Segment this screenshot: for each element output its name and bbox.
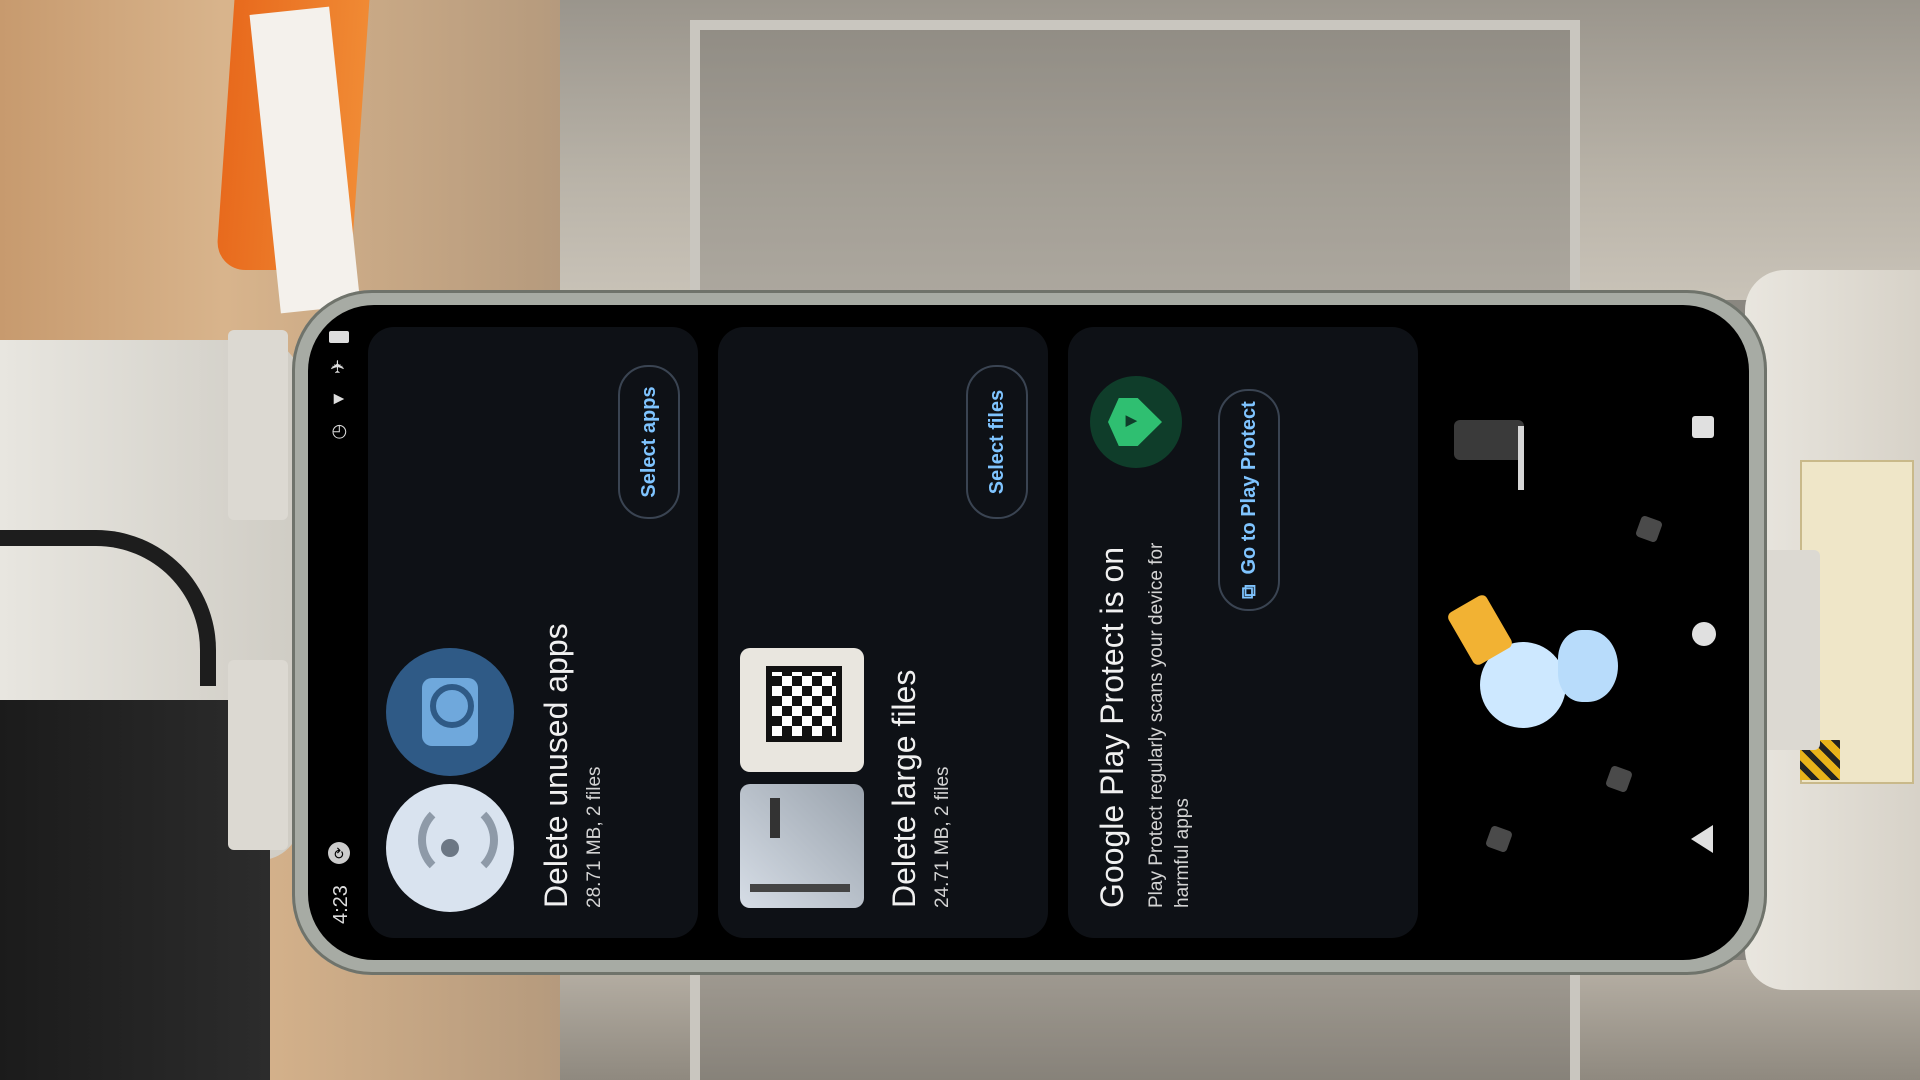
thumbnail-detail (750, 884, 850, 892)
recents-icon[interactable] (1692, 416, 1714, 438)
confetti-decoration (1484, 824, 1514, 854)
thumbnail-detail (770, 798, 780, 838)
select-apps-button[interactable]: Select apps (618, 365, 680, 519)
confetti-decoration (1634, 514, 1664, 544)
phone-clip-top (228, 330, 288, 520)
go-to-play-protect-button[interactable]: ⧉ Go to Play Protect (1218, 389, 1280, 611)
card-subtitle: Play Protect regularly scans your device… (1146, 542, 1193, 908)
file-thumbnail-1 (740, 784, 864, 908)
go-to-play-protect-label: Go to Play Protect (1237, 401, 1260, 575)
airplane-icon: ✈ (328, 359, 348, 375)
files-app-clean-screen: 4:23 ⟳ ◷ ▼ ✈ Delete unused apps 28.71 MB… (308, 305, 1749, 960)
card-subtitle: 24.71 MB, 2 files (932, 766, 953, 908)
card-title: Google Play Protect is on (1094, 546, 1130, 908)
wifi-icon: ▼ (328, 390, 348, 408)
play-protect-card[interactable]: Google Play Protect is on Play Protect r… (1068, 327, 1418, 938)
app-icon-camera (386, 648, 514, 776)
file-thumbnail-2 (740, 648, 864, 772)
cleaning-tool-icon (1454, 420, 1524, 460)
delete-large-files-card[interactable]: Delete large files 24.71 MB, 2 files Sel… (718, 327, 1048, 938)
play-protect-badge (1090, 376, 1182, 468)
card-subtitle: 28.71 MB, 2 files (584, 766, 605, 908)
select-files-button[interactable]: Select files (966, 365, 1028, 519)
phone-clip-right (1760, 550, 1820, 750)
status-bar: 4:23 ⟳ ◷ ▼ ✈ (308, 305, 368, 960)
home-icon[interactable] (1692, 622, 1716, 646)
back-icon[interactable] (1691, 825, 1713, 853)
status-icons: ◷ ▼ ✈ (328, 331, 349, 440)
cleanup-illustration (1428, 305, 1664, 960)
card-title: Delete large files (886, 669, 922, 908)
delete-unused-apps-card[interactable]: Delete unused apps 28.71 MB, 2 files Sel… (368, 327, 698, 938)
status-time: 4:23 (330, 885, 352, 924)
select-files-label: Select files (985, 389, 1008, 495)
app-icon-signal (386, 784, 514, 912)
glass-enclosure-bottom (690, 965, 1580, 1080)
qr-code-image (766, 666, 842, 742)
confetti-decoration (1604, 764, 1634, 794)
card-title: Delete unused apps (538, 623, 574, 908)
external-link-icon: ⧉ (1237, 584, 1260, 599)
mascot-body (1558, 630, 1618, 702)
play-protect-shield-icon (1108, 398, 1162, 446)
sync-icon: ⟳ (328, 842, 350, 864)
cleaning-tool-handle (1518, 426, 1524, 490)
phone-clip-bottom (228, 660, 288, 850)
phone-screen: 4:23 ⟳ ◷ ▼ ✈ Delete unused apps 28.71 MB… (308, 305, 1749, 960)
alarm-icon: ◷ (328, 423, 348, 440)
battery-icon (328, 331, 349, 343)
navigation-bar (1678, 305, 1738, 960)
glass-enclosure-top (690, 20, 1580, 300)
select-apps-label: Select apps (637, 386, 660, 498)
camera-lens-icon (430, 684, 474, 728)
